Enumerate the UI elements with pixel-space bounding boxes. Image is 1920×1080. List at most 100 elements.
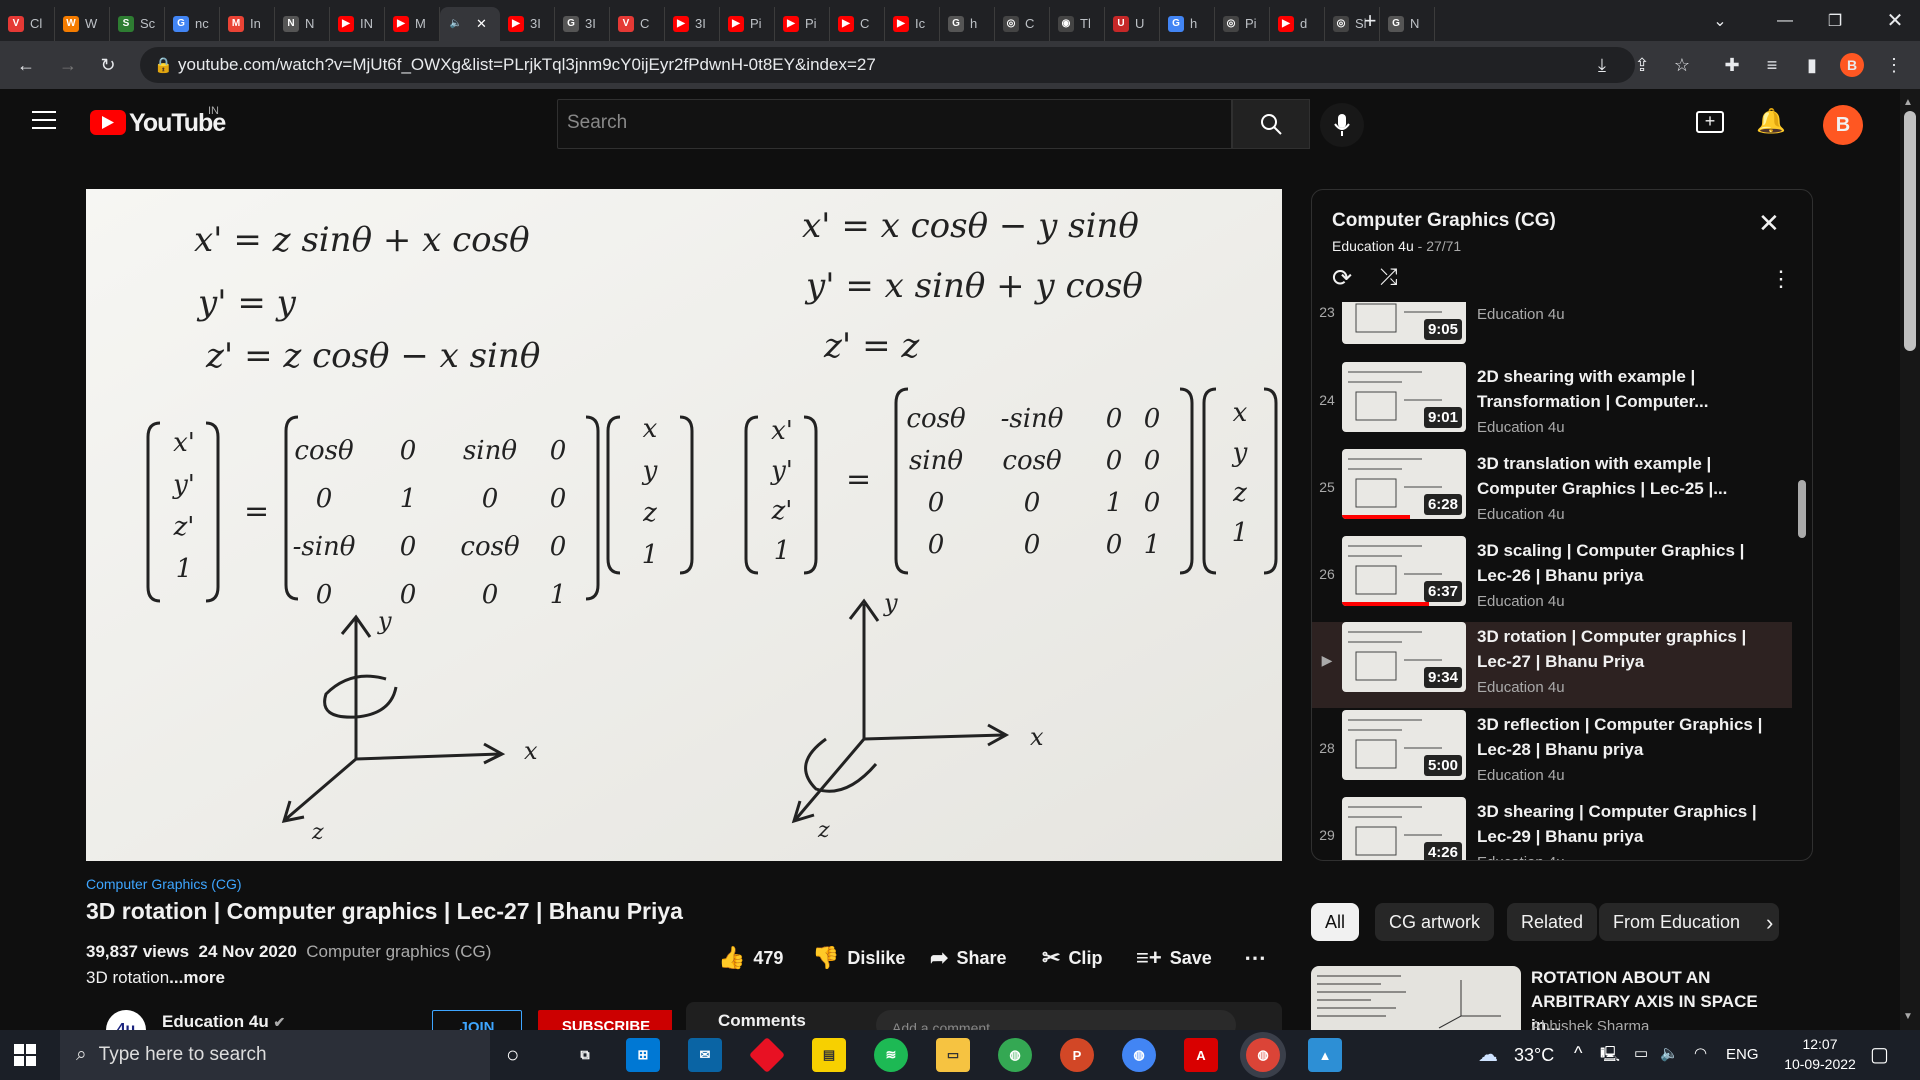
notification-center-icon[interactable]: ▢ [1870,1042,1889,1067]
page-scrollbar-thumb[interactable] [1904,111,1916,351]
task-view-icon[interactable]: ⧉ [568,1038,602,1072]
office-diamond-icon[interactable] [748,1036,786,1074]
acrobat-icon[interactable]: A [1184,1038,1218,1072]
extensions-puzzle-icon[interactable]: ✚ [1720,53,1744,77]
address-bar[interactable]: 🔒 youtube.com/watch?v=MjUt6f_OWXg&list=P… [140,47,1635,83]
related-thumbnail[interactable] [1311,966,1521,1030]
channel-avatar[interactable]: 4u [106,1010,146,1030]
chrome-active-icon[interactable]: ◍ [1246,1038,1280,1072]
photos-icon[interactable]: ▲ [1308,1038,1342,1072]
side-panel-icon[interactable]: ▮ [1800,53,1824,77]
playlist-item[interactable]: 25 6:28 3D translation with example | Co… [1312,449,1792,535]
category-link[interactable]: Computer graphics (CG) [306,942,491,961]
playlist-item-thumbnail[interactable]: 6:28 [1342,449,1466,519]
windows-start-icon[interactable] [14,1044,36,1066]
playlist-item-thumbnail[interactable]: 5:00 [1342,710,1466,780]
powerpoint-icon[interactable]: P [1060,1038,1094,1072]
browser-tab[interactable]: Gh [1160,6,1215,41]
weather-cloud-icon[interactable]: ☁ [1478,1042,1498,1067]
browser-tab[interactable]: M In [220,6,275,41]
cortana-circle-icon[interactable]: ○ [506,1042,519,1068]
browser-tab[interactable]: 🔈 ✕ [440,6,500,41]
browser-tab[interactable]: ▶ d [1270,6,1325,41]
install-app-icon[interactable]: ⤓ [1590,53,1614,77]
playlist-scrollbar-thumb[interactable] [1798,480,1806,538]
notifications-bell-icon[interactable]: 🔔 [1756,107,1786,136]
playlist-item-title[interactable]: 3D translation with example | Computer G… [1477,451,1777,501]
browser-tab[interactable]: ▶ M [385,6,440,41]
playlist-item-title[interactable]: 3D shearing | Computer Graphics | Lec-29… [1477,799,1777,849]
browser-tab[interactable]: VC [610,6,665,41]
save-button[interactable]: ≡+ Save [1136,943,1212,973]
related-video-channel[interactable]: Abhishek Sharma [1531,1018,1791,1030]
chips-next-arrow-icon[interactable]: › [1766,910,1773,936]
chrome-profile-icon[interactable]: ◍ [998,1038,1032,1072]
playlist-item-thumbnail[interactable]: 9:01 [1342,362,1466,432]
clip-button[interactable]: ✂ Clip [1042,943,1102,973]
filter-chip[interactable]: From Education [1599,903,1779,941]
create-video-icon[interactable]: + [1696,111,1724,133]
browser-tab[interactable]: ▶ Pi [775,6,830,41]
browser-tab[interactable]: ◎ Pi [1215,6,1270,41]
playlist-item[interactable]: 28 5:00 3D reflection | Computer Graphic… [1312,710,1792,796]
video-player[interactable]: x' = z sinθ + x cosθ y' = y z' = z cosθ … [86,189,1282,861]
bookmark-star-icon[interactable]: ☆ [1670,53,1694,77]
browser-tab[interactable]: ▶ 3I [500,6,555,41]
playlist-item-title[interactable]: 3D reflection | Computer Graphics | Lec-… [1477,712,1777,762]
add-comment-input[interactable]: Add a comment... [876,1010,1236,1030]
tray-network-icon[interactable]: 🖳 [1600,1044,1620,1069]
restore-button[interactable]: ❐ [1805,0,1865,41]
browser-tab[interactable]: ◎ C [995,6,1050,41]
join-button[interactable]: JOIN [432,1010,522,1030]
filter-chip[interactable]: CG artwork [1375,903,1495,941]
playlist-item[interactable]: 26 6:37 3D scaling | Computer Graphics |… [1312,536,1792,622]
page-scrollbar[interactable]: ▲ ▼ [1900,89,1920,1030]
playlist-item-thumbnail[interactable]: 9:05 [1342,302,1466,344]
playlist-menu-icon[interactable]: ⋮ [1770,266,1792,292]
browser-tab[interactable]: ▶ IN [330,6,385,41]
close-window-button[interactable]: ✕ [1865,0,1920,41]
spotify-icon[interactable]: ≋ [874,1038,908,1072]
playlist-item[interactable]: 24 9:01 2D shearing with example | Trans… [1312,362,1792,448]
chrome-app-icon[interactable]: ◍ [1122,1038,1156,1072]
playlist-item-thumbnail[interactable]: 6:37 [1342,536,1466,606]
tab-search-icon[interactable]: ⌄ [1690,0,1750,41]
channel-name[interactable]: Education 4u ✔ [162,1012,285,1030]
taskbar-search-box[interactable]: ⌕ Type here to search [60,1030,490,1080]
playlist-title[interactable]: Computer Graphics (CG) [1332,210,1556,232]
shuffle-icon[interactable]: ⤮ [1380,264,1398,290]
filter-chip[interactable]: Related [1507,903,1598,941]
media-controls-icon[interactable]: ≡ [1760,53,1784,77]
playlist-channel[interactable]: Education 4u [1332,238,1414,254]
description-snippet[interactable]: 3D rotation...more [86,968,225,988]
forward-arrow-icon[interactable]: → [56,53,80,77]
share-button[interactable]: ➦ Share [930,943,1006,973]
profile-avatar[interactable]: B [1840,53,1864,77]
voice-search-button[interactable] [1320,103,1364,147]
browser-tab[interactable]: ▶ C [830,6,885,41]
more-actions-icon[interactable]: ⋯ [1244,943,1266,973]
microsoft-store-icon[interactable]: ⊞ [626,1038,660,1072]
subscribe-button[interactable]: SUBSCRIBE [538,1010,672,1030]
playlist-item-title[interactable]: 3D scaling | Computer Graphics | Lec-26 … [1477,538,1777,588]
back-arrow-icon[interactable]: ← [14,53,38,77]
clock[interactable]: 12:07 10-09-2022 [1770,1036,1870,1072]
playlist-item-title[interactable]: 3D rotation | Computer graphics | Lec-27… [1477,624,1777,674]
close-tab-icon[interactable]: ✕ [476,16,487,32]
share-page-icon[interactable]: ⇪ [1630,53,1654,77]
browser-tab[interactable]: V Cl [0,6,55,41]
browser-tab[interactable]: G 3I [555,6,610,41]
loop-playlist-icon[interactable]: ⟳ [1332,264,1352,293]
scroll-up-arrow-icon[interactable]: ▲ [1903,97,1913,108]
playlist-item[interactable]: ▶ 9:34 3D rotation | Computer graphics |… [1312,622,1792,708]
hamburger-menu-icon[interactable] [32,111,56,129]
filter-chip[interactable]: All [1311,903,1360,941]
sticky-notes-icon[interactable]: ▤ [812,1038,846,1072]
tray-chevron-icon[interactable]: ^ [1574,1043,1582,1064]
dislike-button[interactable]: 👎 Dislike [812,943,905,973]
browser-tab[interactable]: ◉ Tl [1050,6,1105,41]
temperature[interactable]: 33°C [1514,1045,1554,1066]
browser-tab[interactable]: S Sc [110,6,165,41]
playlist-item-title[interactable]: 2D shearing with example | Transformatio… [1477,364,1777,414]
playlist-item-thumbnail[interactable]: 9:34 [1342,622,1466,692]
